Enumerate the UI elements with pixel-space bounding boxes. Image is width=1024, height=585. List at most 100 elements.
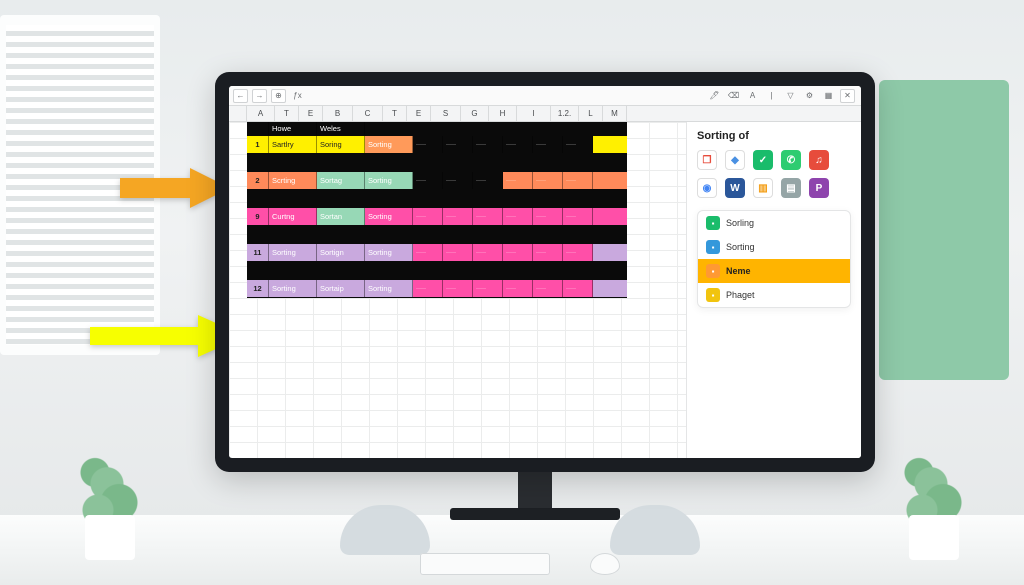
table-cell[interactable]: —— <box>533 208 563 225</box>
table-cell[interactable]: —— <box>533 172 563 189</box>
table-cell[interactable]: —— <box>473 208 503 225</box>
sort-option[interactable]: ▪Neme <box>698 259 850 283</box>
column-header[interactable]: G <box>461 106 489 121</box>
drive-icon[interactable]: ◆ <box>725 150 745 170</box>
table-cell[interactable]: Sorting <box>365 280 413 297</box>
column-header[interactable]: C <box>353 106 383 121</box>
table-cell[interactable]: —— <box>443 172 473 189</box>
background-chair <box>340 505 430 555</box>
spacer-row <box>247 154 627 172</box>
monitor-base <box>450 508 620 520</box>
spreadsheet-area[interactable]: HoweWeles1SartlrySoringSorting——————————… <box>229 122 686 458</box>
table-cell[interactable]: Sorting <box>365 208 413 225</box>
table-cell[interactable]: —— <box>503 172 533 189</box>
table-cell[interactable]: —— <box>563 280 593 297</box>
close-button[interactable]: ✕ <box>840 89 855 103</box>
cards-icon[interactable]: ▥ <box>753 178 773 198</box>
pdf-icon[interactable]: ❐ <box>697 150 717 170</box>
new-tab-button[interactable]: ⊕ <box>271 89 286 103</box>
table-cell[interactable]: Sorting <box>269 280 317 297</box>
column-header[interactable]: H <box>489 106 517 121</box>
table-cell[interactable]: —— <box>563 136 593 153</box>
table-cell[interactable]: —— <box>563 172 593 189</box>
table-row[interactable]: 12SortingSortaipSorting———————————— <box>247 280 627 298</box>
table-cell[interactable]: —— <box>473 244 503 261</box>
column-header[interactable]: T <box>383 106 407 121</box>
p-icon[interactable]: P <box>809 178 829 198</box>
font-icon[interactable]: A <box>745 89 760 103</box>
sort-option[interactable]: ▪Sorling <box>698 211 850 235</box>
table-cell[interactable]: Curtng <box>269 208 317 225</box>
table-cell[interactable]: —— <box>473 136 503 153</box>
table-cell[interactable]: Sorting <box>365 172 413 189</box>
table-cell[interactable]: Sorting <box>365 136 413 153</box>
paint-icon[interactable]: 🖊 <box>707 89 722 103</box>
table-cell[interactable]: —— <box>473 172 503 189</box>
table-cell[interactable]: —— <box>503 136 533 153</box>
table-cell[interactable]: —— <box>443 244 473 261</box>
column-header[interactable]: I <box>517 106 551 121</box>
table-cell[interactable]: —— <box>413 136 443 153</box>
sort-option[interactable]: ▪Phaget <box>698 283 850 307</box>
table-cell[interactable]: —— <box>443 208 473 225</box>
background-plant-right <box>894 440 974 560</box>
sort-option[interactable]: ▪Sorting <box>698 235 850 259</box>
table-cell[interactable]: —— <box>563 244 593 261</box>
table-row[interactable]: 2ScrtingSortagSorting———————————— <box>247 172 627 190</box>
word-icon[interactable]: W <box>725 178 745 198</box>
column-header[interactable]: S <box>431 106 461 121</box>
sort-option-icon: ▪ <box>706 264 720 278</box>
media-icon[interactable]: ♫ <box>809 150 829 170</box>
table-cell[interactable]: —— <box>443 136 473 153</box>
doc-icon[interactable]: ▤ <box>781 178 801 198</box>
table-row[interactable]: 1SartlrySoringSorting———————————— <box>247 136 627 154</box>
sort-option-label: Phaget <box>726 290 755 300</box>
table-cell[interactable]: —— <box>413 280 443 297</box>
forward-button[interactable]: → <box>252 89 267 103</box>
table-cell[interactable]: —— <box>563 208 593 225</box>
select-all-corner[interactable] <box>229 106 247 121</box>
table-cell[interactable]: Scrting <box>269 172 317 189</box>
table-row[interactable]: 9CurtngSortanSorting———————————— <box>247 208 627 226</box>
phone-icon[interactable]: ✆ <box>781 150 801 170</box>
table-cell[interactable]: —— <box>503 244 533 261</box>
table-row[interactable]: 11SortingSortignSorting———————————— <box>247 244 627 262</box>
table-cell[interactable]: Sorting <box>269 244 317 261</box>
column-header[interactable]: E <box>299 106 323 121</box>
table-cell[interactable]: Sorting <box>365 244 413 261</box>
column-header[interactable]: L <box>579 106 603 121</box>
column-header[interactable]: 1.2. <box>551 106 579 121</box>
column-header[interactable]: E <box>407 106 431 121</box>
table-cell[interactable]: —— <box>533 280 563 297</box>
erase-icon[interactable]: ⌫ <box>726 89 741 103</box>
check-icon[interactable]: ✓ <box>753 150 773 170</box>
column-header[interactable]: A <box>247 106 275 121</box>
table-cell[interactable]: Soring <box>317 136 365 153</box>
column-header[interactable]: M <box>603 106 627 121</box>
column-header[interactable]: B <box>323 106 353 121</box>
table-cell[interactable]: —— <box>533 136 563 153</box>
table-cell[interactable]: —— <box>413 172 443 189</box>
table-cell[interactable]: —— <box>413 244 443 261</box>
table-cell[interactable]: —— <box>413 208 443 225</box>
table-icon[interactable]: ▦ <box>821 89 836 103</box>
back-button[interactable]: ← <box>233 89 248 103</box>
table-cell[interactable]: —— <box>503 280 533 297</box>
table-cell[interactable]: Sortag <box>317 172 365 189</box>
filter-icon[interactable]: ▽ <box>783 89 798 103</box>
sort-option-icon: ▪ <box>706 216 720 230</box>
background-keyboard <box>420 553 550 575</box>
settings-icon[interactable]: ⚙ <box>802 89 817 103</box>
data-table: HoweWeles1SartlrySoringSorting——————————… <box>247 122 627 298</box>
table-cell[interactable]: —— <box>533 244 563 261</box>
column-header[interactable]: T <box>275 106 299 121</box>
table-cell[interactable]: —— <box>503 208 533 225</box>
table-cell[interactable]: Sortan <box>317 208 365 225</box>
table-cell[interactable]: Sartlry <box>269 136 317 153</box>
table-header-cell: Howe <box>269 122 317 135</box>
table-cell[interactable]: Sortign <box>317 244 365 261</box>
table-cell[interactable]: Sortaip <box>317 280 365 297</box>
table-cell[interactable]: —— <box>443 280 473 297</box>
table-cell[interactable]: —— <box>473 280 503 297</box>
chrome-icon[interactable]: ◉ <box>697 178 717 198</box>
